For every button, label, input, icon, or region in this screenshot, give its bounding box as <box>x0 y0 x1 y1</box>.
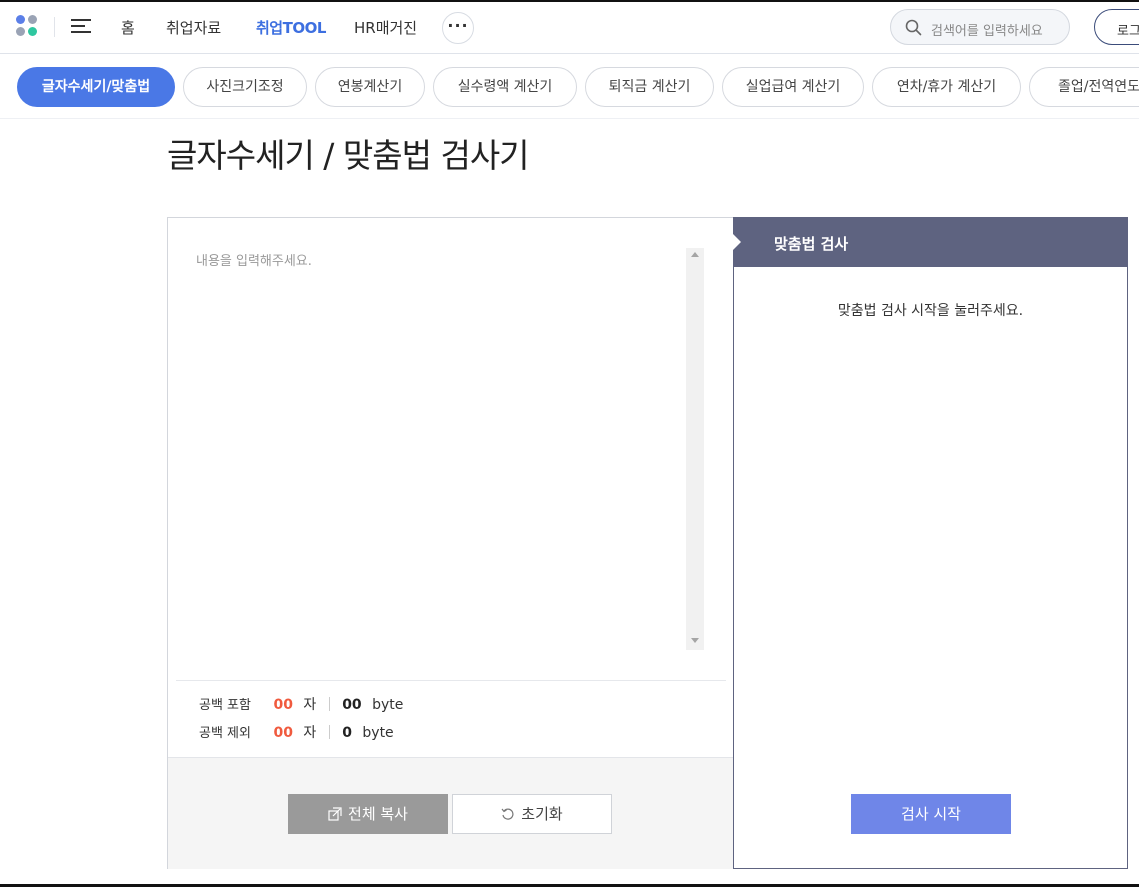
divider <box>328 725 330 739</box>
copy-icon <box>328 807 342 821</box>
logo-icon[interactable] <box>16 15 40 39</box>
spell-check-message: 맞춤법 검사 시작을 눌러주세요. <box>837 303 1024 319</box>
nav-hr-magazine[interactable]: HR매거진 <box>354 17 417 38</box>
count-label: 공백 포함 <box>199 698 251 713</box>
search-placeholder: 검색어를 입력하세요 <box>931 24 1043 39</box>
editor-actions: 전체 복사 초기화 <box>168 757 733 869</box>
byte-count: 00 <box>342 697 362 713</box>
top-navigation: 홈 취업자료 취업TOOL HR매거진 ··· 검색어를 입력하세요 로그인 <box>0 2 1139 54</box>
page-title: 글자수세기 / 맞춤법 검사기 <box>167 136 530 175</box>
tab-net-pay-calculator[interactable]: 실수령액 계산기 <box>433 67 577 107</box>
char-unit: 자 <box>303 697 317 713</box>
tab-char-counter[interactable]: 글자수세기/맞춤법 <box>17 67 175 107</box>
scrollbar[interactable] <box>686 248 704 650</box>
char-count: 00 <box>273 697 293 713</box>
nav-job-tool[interactable]: 취업TOOL <box>256 17 326 38</box>
divider <box>328 697 330 711</box>
scroll-up-icon[interactable] <box>691 252 699 257</box>
byte-unit: byte <box>362 725 394 741</box>
search-input[interactable]: 검색어를 입력하세요 <box>890 9 1070 45</box>
count-without-space: 공백 제외 00 자 0 byte <box>199 722 394 742</box>
divider <box>176 680 726 681</box>
tool-tabs: 글자수세기/맞춤법 사진크기조정 연봉계산기 실수령액 계산기 퇴직금 계산기 … <box>0 55 1139 119</box>
byte-unit: byte <box>372 697 404 713</box>
tab-salary-calculator[interactable]: 연봉계산기 <box>315 67 425 107</box>
divider <box>54 17 55 37</box>
copy-all-button[interactable]: 전체 복사 <box>288 794 448 834</box>
search-icon <box>905 19 922 36</box>
char-count: 00 <box>273 725 293 741</box>
reset-label: 초기화 <box>521 805 563 823</box>
content-textarea[interactable]: 내용을 입력해주세요. <box>196 250 686 650</box>
tab-leave-calculator[interactable]: 연차/휴가 계산기 <box>872 67 1021 107</box>
nav-job-data[interactable]: 취업자료 <box>166 17 221 38</box>
tab-unemployment-calculator[interactable]: 실업급여 계산기 <box>722 67 864 107</box>
reset-button[interactable]: 초기화 <box>452 794 612 834</box>
nav-home[interactable]: 홈 <box>121 17 135 38</box>
copy-all-label: 전체 복사 <box>348 805 408 823</box>
editor-panel: 내용을 입력해주세요. 공백 포함 00 자 00 byte 공백 제외 00 … <box>167 217 733 869</box>
scroll-down-icon[interactable] <box>691 638 699 643</box>
count-with-space: 공백 포함 00 자 00 byte <box>199 694 403 714</box>
count-label: 공백 제외 <box>199 726 251 741</box>
tab-photo-resize[interactable]: 사진크기조정 <box>183 67 307 107</box>
more-button[interactable]: ··· <box>442 12 474 44</box>
byte-count: 0 <box>342 725 352 741</box>
panel-notch <box>733 234 741 250</box>
menu-icon[interactable] <box>71 18 91 34</box>
spell-check-panel: 맞춤법 검사 맞춤법 검사 시작을 눌러주세요. 검사 시작 <box>733 217 1128 869</box>
start-check-button[interactable]: 검사 시작 <box>851 794 1011 834</box>
tab-graduation-year[interactable]: 졸업/전역연도 <box>1029 67 1139 107</box>
refresh-icon <box>501 808 514 820</box>
tab-severance-calculator[interactable]: 퇴직금 계산기 <box>585 67 714 107</box>
char-unit: 자 <box>303 725 317 741</box>
login-button[interactable]: 로그인 <box>1094 9 1139 45</box>
spell-check-title: 맞춤법 검사 <box>734 218 1127 267</box>
